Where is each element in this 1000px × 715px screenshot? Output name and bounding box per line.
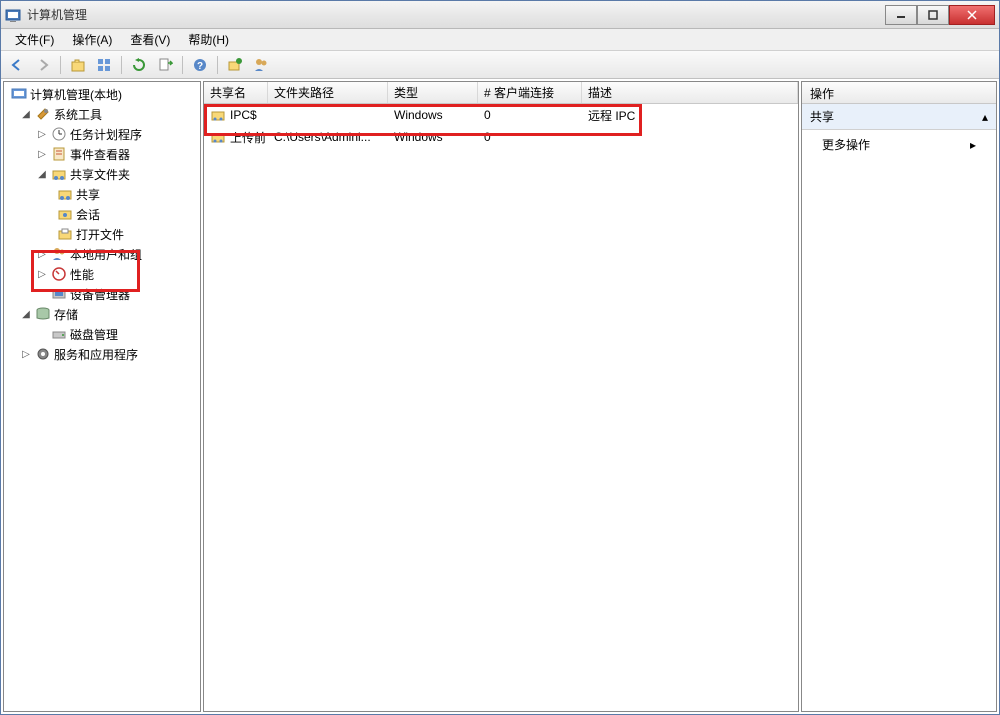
expand-icon[interactable]: ▷ [36,148,48,160]
share-item-icon [210,129,226,145]
spacer [36,328,48,340]
tree-disk-management[interactable]: 磁盘管理 [6,324,198,344]
maximize-button[interactable] [917,5,949,25]
toolbar: ? [1,51,999,79]
submenu-arrow-icon: ▸ [970,138,976,152]
toolbar-separator [60,56,61,74]
action-header: 操作 [802,82,996,104]
storage-icon [35,306,51,322]
close-button[interactable] [949,5,995,25]
list-row[interactable]: IPC$ Windows 0 远程 IPC [204,104,798,126]
collapse-icon[interactable]: ◢ [20,108,32,120]
cell-description [582,135,798,139]
cell-name: IPC$ [230,108,257,122]
tree-device-manager[interactable]: 设备管理器 [6,284,198,304]
list-header: 共享名 文件夹路径 类型 # 客户端连接 描述 [204,82,798,104]
tree-storage[interactable]: ◢ 存储 [6,304,198,324]
cell-type: Windows [388,106,478,124]
minimize-button[interactable] [885,5,917,25]
properties-button[interactable] [92,54,116,76]
session-icon [57,206,73,222]
action-more[interactable]: 更多操作 ▸ [802,130,996,159]
menu-action[interactable]: 操作(A) [64,29,120,50]
col-description[interactable]: 描述 [582,82,798,103]
up-button[interactable] [66,54,90,76]
app-window: 计算机管理 文件(F) 操作(A) 查看(V) 帮助(H) ? 计算机管理(本 [0,0,1000,715]
list-panel[interactable]: 共享名 文件夹路径 类型 # 客户端连接 描述 IPC$ Windows 0 远… [203,81,799,712]
tree-task-scheduler[interactable]: ▷ 任务计划程序 [6,124,198,144]
app-icon [5,7,21,23]
tree-shared-folders[interactable]: ◢ 共享文件夹 [6,164,198,184]
collapse-icon[interactable]: ◢ [36,168,48,180]
event-icon [51,146,67,162]
col-folder-path[interactable]: 文件夹路径 [268,82,388,103]
action-section[interactable]: 共享 ▴ [802,104,996,130]
shared-folder-icon [51,166,67,182]
expand-icon[interactable]: ▷ [36,268,48,280]
menu-file[interactable]: 文件(F) [7,29,62,50]
tree-services-apps[interactable]: ▷ 服务和应用程序 [6,344,198,364]
cell-description: 远程 IPC [582,105,798,126]
tree-open-files[interactable]: 打开文件 [6,224,198,244]
col-connections[interactable]: # 客户端连接 [478,82,582,103]
cell-path: C:\Users\Admini... [268,128,388,146]
tree-sessions[interactable]: 会话 [6,204,198,224]
spacer [36,288,48,300]
users-icon [51,246,67,262]
menubar: 文件(F) 操作(A) 查看(V) 帮助(H) [1,29,999,51]
toolbar-separator [217,56,218,74]
svg-text:?: ? [197,61,203,72]
list-row[interactable]: 上传前 C:\Users\Admini... Windows 0 [204,126,798,148]
tree-shares[interactable]: 共享 [6,184,198,204]
cell-connections: 0 [478,106,582,124]
menu-help[interactable]: 帮助(H) [180,29,237,50]
tree-local-users[interactable]: ▷ 本地用户和组 [6,244,198,264]
expand-icon[interactable]: ▷ [36,128,48,140]
expand-icon[interactable]: ▷ [20,348,32,360]
back-button[interactable] [5,54,29,76]
disk-icon [51,326,67,342]
device-icon [51,286,67,302]
toolbar-separator [182,56,183,74]
col-type[interactable]: 类型 [388,82,478,103]
action-panel: 操作 共享 ▴ 更多操作 ▸ [801,81,997,712]
cell-connections: 0 [478,128,582,146]
menu-view[interactable]: 查看(V) [122,29,178,50]
tree-performance[interactable]: ▷ 性能 [6,264,198,284]
titlebar[interactable]: 计算机管理 [1,1,999,29]
refresh-button[interactable] [127,54,151,76]
window-controls [885,5,995,25]
cell-name: 上传前 [230,129,266,146]
tree-panel[interactable]: 计算机管理(本地) ◢ 系统工具 ▷ 任务计划程序 ▷ 事件查看器 ◢ 共享文件… [3,81,201,712]
toolbar-separator [121,56,122,74]
services-icon [35,346,51,362]
forward-button[interactable] [31,54,55,76]
performance-icon [51,266,67,282]
tree-event-viewer[interactable]: ▷ 事件查看器 [6,144,198,164]
expand-icon[interactable]: ▷ [36,248,48,260]
help-button[interactable]: ? [188,54,212,76]
content-area: 计算机管理(本地) ◢ 系统工具 ▷ 任务计划程序 ▷ 事件查看器 ◢ 共享文件… [1,79,999,714]
collapse-icon[interactable]: ◢ [20,308,32,320]
tree-system-tools[interactable]: ◢ 系统工具 [6,104,198,124]
tree-root[interactable]: 计算机管理(本地) [6,84,198,104]
open-file-icon [57,226,73,242]
window-title: 计算机管理 [27,6,885,23]
export-button[interactable] [153,54,177,76]
tools-icon [35,106,51,122]
new-share-button[interactable] [223,54,247,76]
clock-icon [51,126,67,142]
collapse-arrow-icon: ▴ [982,110,988,124]
col-share-name[interactable]: 共享名 [204,82,268,103]
cell-type: Windows [388,128,478,146]
computer-icon [11,86,27,102]
cell-path [268,113,388,117]
share-item-icon [210,107,226,123]
users-button[interactable] [249,54,273,76]
share-icon [57,186,73,202]
